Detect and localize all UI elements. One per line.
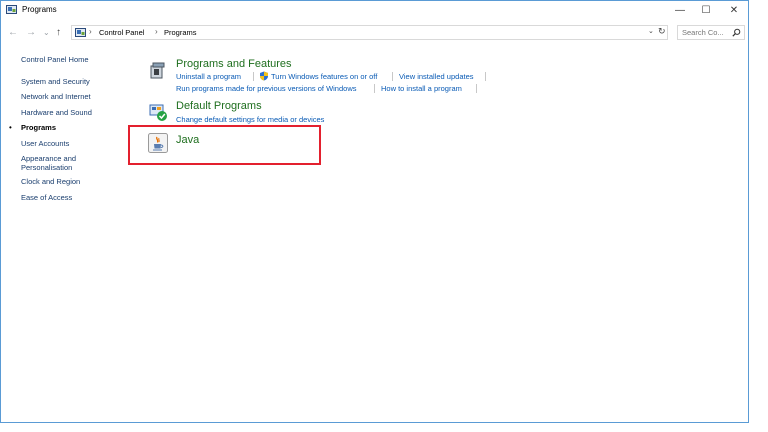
run-older-programs-link[interactable]: Run programs made for previous versions … <box>176 84 357 93</box>
breadcrumb-control-panel[interactable]: Control Panel <box>99 28 144 37</box>
sidebar-item-control-panel-home[interactable]: Control Panel Home <box>21 55 89 64</box>
link-separator <box>485 72 486 81</box>
link-separator <box>476 84 477 93</box>
close-button[interactable]: ✕ <box>719 1 748 19</box>
back-button[interactable]: ← <box>8 26 18 40</box>
uninstall-program-link[interactable]: Uninstall a program <box>176 72 241 81</box>
view-installed-updates-link[interactable]: View installed updates <box>399 72 474 81</box>
current-item-bullet: • <box>9 123 12 132</box>
default-programs-icon[interactable] <box>148 102 168 122</box>
breadcrumb-separator[interactable]: › <box>89 27 92 36</box>
breadcrumb-separator[interactable]: › <box>155 27 158 36</box>
sidebar-item-clock-and-region[interactable]: Clock and Region <box>21 177 80 186</box>
search-icon[interactable] <box>732 28 741 37</box>
default-programs-title[interactable]: Default Programs <box>176 100 262 112</box>
control-panel-window: Programs — ☐ ✕ ← → ⌄ ↑ › Control Panel ›… <box>0 0 749 423</box>
turn-windows-features-link[interactable]: Turn Windows features on or off <box>271 72 377 81</box>
address-field[interactable]: › Control Panel › Programs ⌄ ↻ <box>71 25 668 40</box>
programs-and-features-icon[interactable] <box>148 60 168 80</box>
window-title: Programs <box>22 5 57 14</box>
search-placeholder: Search Co... <box>682 28 724 37</box>
link-separator <box>374 84 375 93</box>
search-input[interactable]: Search Co... <box>677 25 745 40</box>
sidebar-item-programs[interactable]: Programs <box>21 123 56 132</box>
up-button[interactable]: ↑ <box>56 26 61 40</box>
control-panel-icon <box>6 5 17 14</box>
sidebar-item-ease-of-access[interactable]: Ease of Access <box>21 193 72 202</box>
recent-locations-button[interactable]: ⌄ <box>43 26 50 40</box>
sidebar-item-network-and-internet[interactable]: Network and Internet <box>21 92 91 101</box>
programs-and-features-title[interactable]: Programs and Features <box>176 58 292 70</box>
refresh-button[interactable]: ↻ <box>658 26 666 37</box>
link-separator <box>253 72 254 81</box>
sidebar-item-hardware-and-sound[interactable]: Hardware and Sound <box>21 108 92 117</box>
shield-icon <box>260 71 268 81</box>
sidebar-item-system-and-security[interactable]: System and Security <box>21 77 90 86</box>
address-dropdown-button[interactable]: ⌄ <box>648 27 654 35</box>
sidebar-item-appearance-and-personalisation[interactable]: Appearance and Personalisation <box>21 154 101 172</box>
forward-button[interactable]: → <box>26 26 36 40</box>
title-bar[interactable]: Programs — ☐ ✕ <box>1 1 748 19</box>
control-panel-icon <box>75 28 86 37</box>
how-to-install-program-link[interactable]: How to install a program <box>381 84 462 93</box>
link-separator <box>392 72 393 81</box>
maximize-button[interactable]: ☐ <box>691 1 721 19</box>
highlight-box <box>128 125 321 165</box>
change-default-settings-link[interactable]: Change default settings for media or dev… <box>176 115 324 124</box>
breadcrumb-programs[interactable]: Programs <box>164 28 197 37</box>
address-toolbar: ← → ⌄ ↑ › Control Panel › Programs ⌄ ↻ S… <box>1 23 748 43</box>
sidebar-item-user-accounts[interactable]: User Accounts <box>21 139 69 148</box>
